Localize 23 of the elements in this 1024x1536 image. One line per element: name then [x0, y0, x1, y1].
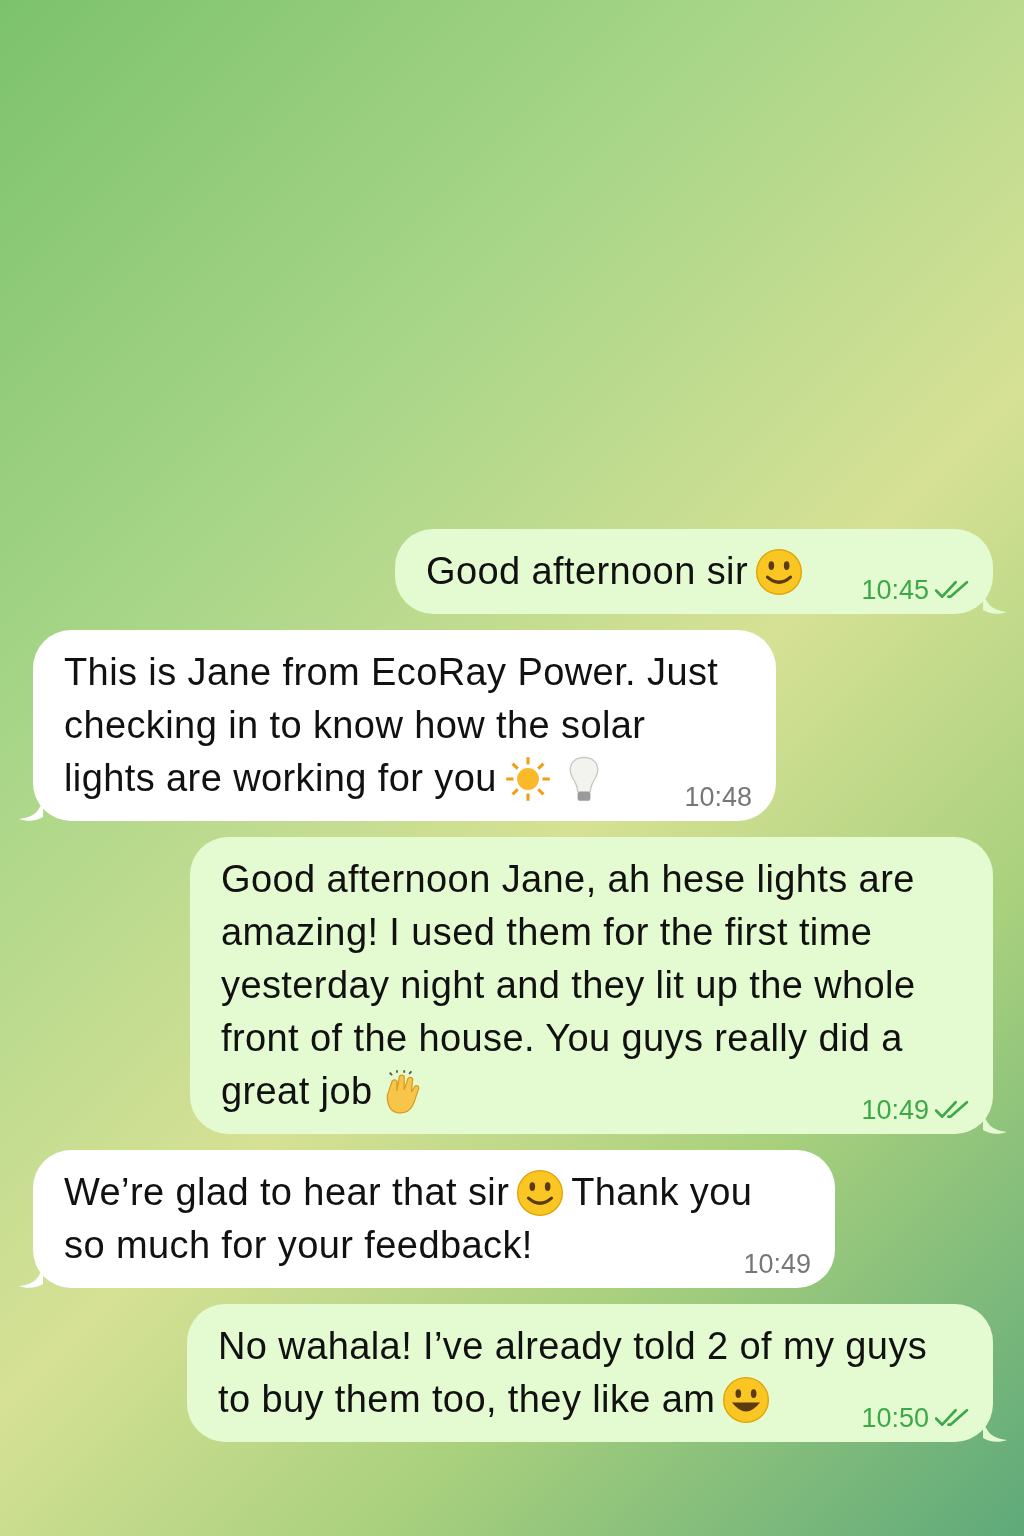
- message-text: Good afternoon sir: [426, 549, 748, 594]
- message-time: 10:45: [861, 574, 929, 606]
- message-text: This is Jane from EcoRay Power. Just: [64, 650, 719, 695]
- message-text: amazing! I used them for the first time: [221, 910, 873, 955]
- smiling-face-icon: [755, 548, 802, 595]
- smiling-face-icon: [517, 1169, 564, 1216]
- message-time: 10:48: [684, 781, 752, 813]
- message-text: No wahala! I’ve already told 2 of my guys: [218, 1324, 928, 1369]
- message-text: yesterday night and they lit up the whole: [221, 963, 916, 1008]
- message-text: checking in to know how the solar: [64, 703, 646, 748]
- message-text: to buy them too, they like am: [218, 1377, 716, 1422]
- message-text: front of the house. You guys really did a: [221, 1016, 903, 1061]
- message-time: 10:49: [743, 1248, 811, 1280]
- message-text: We’re glad to hear that sir: [64, 1170, 510, 1215]
- message-text: Good afternoon Jane, ah hese lights are: [221, 857, 915, 902]
- message-text: lights are working for you: [64, 756, 497, 801]
- sun-icon: [504, 755, 551, 802]
- message-text: Thank you: [571, 1170, 753, 1215]
- grinning-face-icon: [723, 1376, 770, 1423]
- message-text: so much for your feedback!: [64, 1223, 533, 1268]
- message-time: 10:50: [861, 1402, 929, 1434]
- message-text: great job: [221, 1069, 373, 1114]
- message-time: 10:49: [861, 1094, 929, 1126]
